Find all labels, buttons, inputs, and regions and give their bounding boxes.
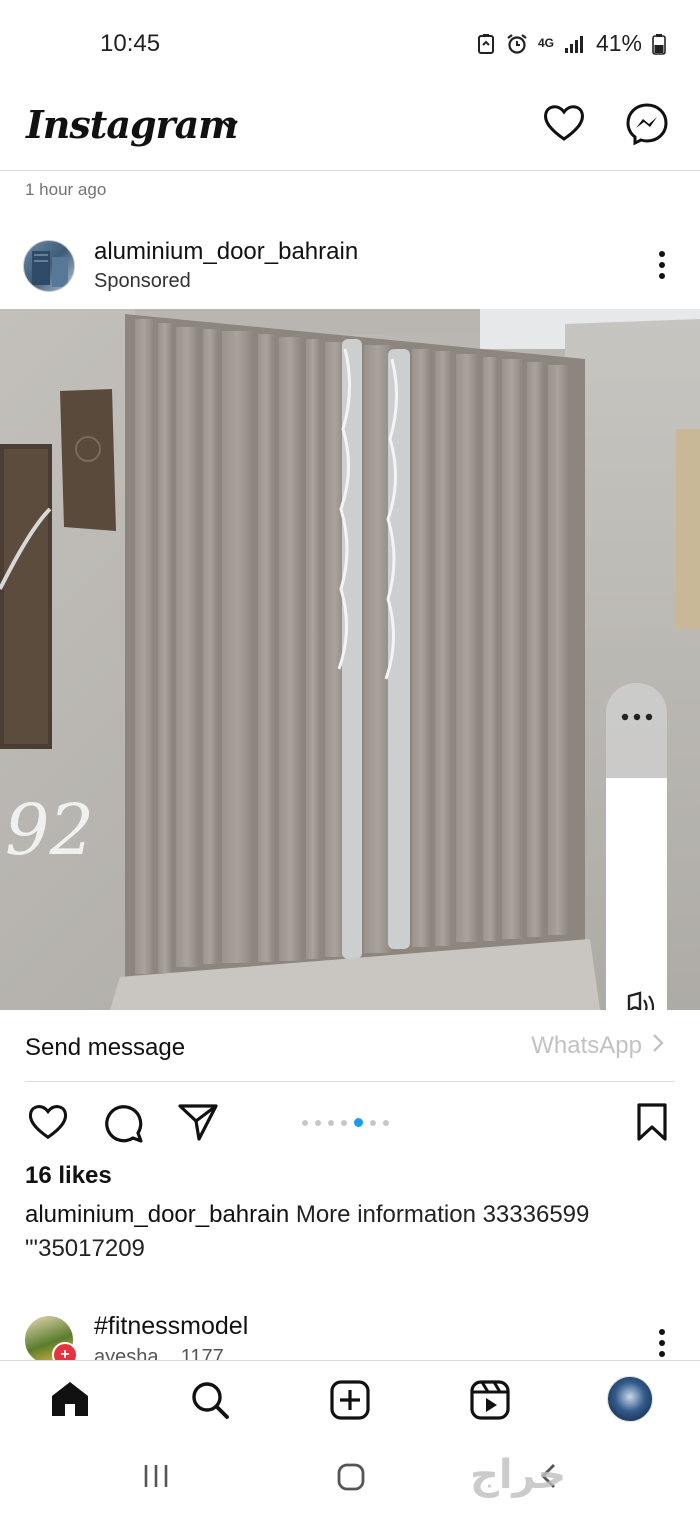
more-options-icon[interactable] — [650, 250, 674, 285]
post-header: aluminium_door_bahrain Sponsored — [0, 232, 700, 308]
sound-icon[interactable] — [618, 990, 656, 1010]
profile-avatar[interactable] — [607, 1376, 653, 1422]
overlay-panel — [606, 778, 667, 1010]
carousel-indicator — [302, 1118, 389, 1127]
create-icon[interactable] — [329, 1379, 371, 1426]
next-post-title[interactable]: #fitnessmodel — [94, 1312, 248, 1341]
like-heart-icon[interactable] — [27, 1102, 69, 1147]
status-icons: 4G 41% — [476, 30, 666, 57]
caption-username[interactable]: aluminium_door_bahrain — [25, 1201, 289, 1228]
post-username[interactable]: aluminium_door_bahrain — [94, 238, 358, 266]
bookmark-icon[interactable] — [636, 1102, 668, 1147]
post-actions — [0, 1096, 700, 1156]
system-nav: حراج — [0, 1440, 700, 1517]
recents-button[interactable] — [142, 1462, 170, 1495]
photo-text: 92 — [5, 789, 94, 871]
watermark-logo: حراج — [470, 1452, 567, 1498]
likes-count[interactable]: 16 likes — [25, 1162, 112, 1190]
post-image[interactable]: 92 — [0, 309, 700, 1010]
send-message-label[interactable]: Send message — [25, 1034, 185, 1062]
chevron-down-icon[interactable] — [220, 118, 240, 137]
cta-row[interactable]: Send message WhatsApp — [0, 1012, 700, 1082]
avatar[interactable] — [23, 240, 75, 292]
share-icon[interactable] — [177, 1102, 219, 1147]
post-caption: aluminium_door_bahrain More information … — [25, 1198, 665, 1266]
door-photo: 92 — [0, 309, 700, 1010]
app-header: Instagram — [0, 90, 700, 170]
status-bar: 10:45 4G 41% — [0, 0, 700, 90]
whatsapp-link[interactable]: WhatsApp — [531, 1032, 664, 1060]
comment-icon[interactable] — [103, 1102, 145, 1149]
next-post-subtitle: ayesha... 1177 — [94, 1346, 224, 1360]
bottom-nav — [0, 1360, 700, 1440]
post-time: 1 hour ago — [25, 180, 107, 199]
heart-icon[interactable] — [542, 102, 586, 149]
home-button[interactable] — [336, 1462, 366, 1497]
alarm-icon — [506, 33, 528, 55]
network-icon: 4G — [537, 36, 554, 50]
messenger-icon[interactable] — [625, 102, 669, 151]
media-controls — [606, 683, 667, 1010]
sponsored-label: Sponsored — [94, 270, 191, 292]
home-icon[interactable] — [49, 1379, 91, 1424]
reels-icon[interactable] — [469, 1379, 511, 1426]
sync-icon — [476, 33, 496, 55]
cta-divider — [25, 1081, 675, 1082]
instagram-logo[interactable]: Instagram — [26, 102, 238, 147]
header-divider — [0, 170, 700, 171]
chevron-right-icon — [652, 1032, 664, 1060]
status-time: 10:45 — [100, 30, 161, 57]
battery-level: 41% — [595, 30, 642, 56]
more-dots-icon[interactable] — [621, 709, 653, 727]
more-options-icon[interactable] — [650, 1328, 674, 1360]
signal-icon — [564, 34, 586, 54]
next-post-header: + #fitnessmodel ayesha... 1177 — [0, 1310, 700, 1360]
battery-icon — [652, 33, 666, 55]
whatsapp-label: WhatsApp — [531, 1032, 642, 1059]
search-icon[interactable] — [189, 1379, 231, 1426]
